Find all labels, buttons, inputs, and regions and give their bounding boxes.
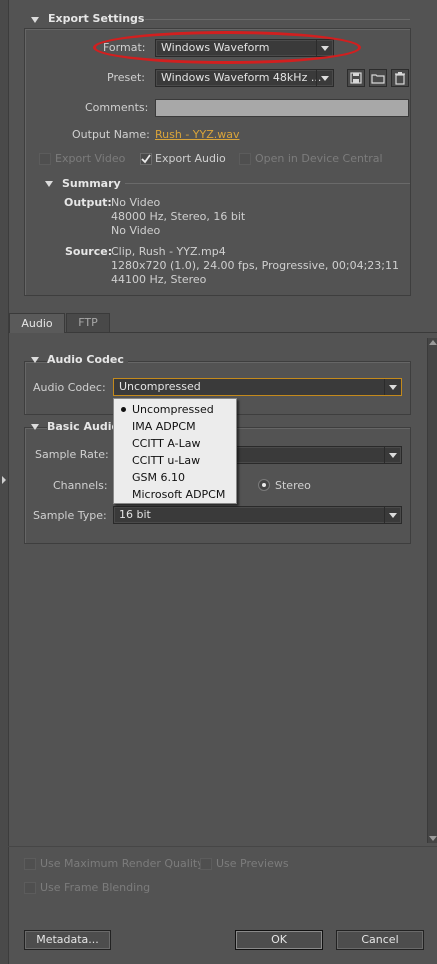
summary-output-line: No Video bbox=[111, 224, 161, 237]
menu-item-ccitt-a-law[interactable]: CCITT A-Law bbox=[114, 435, 236, 452]
audio-codec-dropdown[interactable]: Uncompressed bbox=[113, 378, 402, 396]
menu-item-microsoft-adpcm[interactable]: Microsoft ADPCM bbox=[114, 486, 236, 503]
max-render-quality-label: Use Maximum Render Quality bbox=[40, 857, 204, 870]
max-render-quality-checkbox[interactable] bbox=[24, 858, 36, 870]
output-name-link[interactable]: Rush - YYZ.wav bbox=[155, 128, 240, 141]
audio-codec-title: Audio Codec bbox=[47, 353, 128, 366]
basic-audio-collapse-icon[interactable] bbox=[31, 424, 39, 430]
preset-label: Preset: bbox=[107, 71, 146, 84]
scroll-up-arrow-icon[interactable] bbox=[429, 340, 437, 345]
sample-rate-dropdown-arrow bbox=[384, 447, 401, 463]
vertical-scrollbar[interactable] bbox=[427, 338, 437, 843]
comments-label: Comments: bbox=[85, 101, 149, 114]
export-settings-title: Export Settings bbox=[48, 12, 145, 25]
scroll-down-arrow-icon[interactable] bbox=[429, 836, 437, 841]
sample-type-dropdown-arrow bbox=[384, 507, 401, 523]
summary-source-line: 44100 Hz, Stereo bbox=[111, 273, 207, 286]
sample-type-value: 16 bit bbox=[119, 508, 151, 521]
export-settings-divider bbox=[145, 19, 410, 20]
save-icon bbox=[350, 72, 362, 84]
stereo-label: Stereo bbox=[275, 479, 311, 492]
audio-codec-collapse-icon[interactable] bbox=[31, 357, 39, 363]
basic-audio-title: Basic Audio bbox=[47, 420, 124, 433]
sample-type-dropdown[interactable]: 16 bit bbox=[113, 506, 402, 524]
menu-item-ima-adpcm[interactable]: IMA ADPCM bbox=[114, 418, 236, 435]
summary-source-label: Source: bbox=[65, 245, 113, 258]
bottom-separator bbox=[8, 846, 437, 847]
ok-button[interactable]: OK bbox=[235, 930, 323, 950]
summary-collapse-icon[interactable] bbox=[45, 181, 53, 187]
menu-item-ccitt-u-law[interactable]: CCITT u-Law bbox=[114, 452, 236, 469]
menu-item-gsm[interactable]: GSM 6.10 bbox=[114, 469, 236, 486]
preset-dropdown-arrow bbox=[316, 70, 333, 86]
audio-codec-value: Uncompressed bbox=[119, 380, 201, 393]
summary-source-line: Clip, Rush - YYZ.mp4 bbox=[111, 245, 226, 258]
export-settings-collapse-icon[interactable] bbox=[31, 17, 39, 23]
trash-icon bbox=[395, 72, 405, 85]
menu-item-label: CCITT A-Law bbox=[132, 437, 201, 450]
menu-item-label: CCITT u-Law bbox=[132, 454, 201, 467]
radio-dot-icon bbox=[262, 483, 266, 487]
preset-value: Windows Waveform 48kHz ... bbox=[161, 71, 322, 84]
checkmark-icon bbox=[141, 154, 151, 164]
summary-output-line: No Video bbox=[111, 196, 161, 209]
menu-item-uncompressed[interactable]: Uncompressed bbox=[114, 401, 236, 418]
save-preset-button[interactable] bbox=[347, 69, 365, 87]
sample-type-label: Sample Type: bbox=[33, 509, 107, 522]
frame-blending-label: Use Frame Blending bbox=[40, 881, 151, 894]
export-audio-label: Export Audio bbox=[155, 152, 226, 165]
export-audio-checkbox[interactable] bbox=[140, 153, 152, 165]
device-central-label: Open in Device Central bbox=[255, 152, 383, 165]
export-video-checkbox[interactable] bbox=[39, 153, 51, 165]
format-highlight-ellipse bbox=[93, 31, 361, 64]
audio-codec-dropdown-arrow bbox=[384, 379, 401, 395]
preset-dropdown[interactable]: Windows Waveform 48kHz ... bbox=[155, 69, 334, 87]
panel-collapse-arrow-icon[interactable] bbox=[2, 476, 6, 484]
chevron-down-icon bbox=[389, 513, 397, 518]
summary-output-line: 48000 Hz, Stereo, 16 bit bbox=[111, 210, 246, 223]
metadata-button[interactable]: Metadata... bbox=[24, 930, 111, 950]
import-preset-button[interactable] bbox=[369, 69, 387, 87]
summary-source-line: 1280x720 (1.0), 24.00 fps, Progressive, … bbox=[111, 259, 400, 272]
frame-blending-checkbox[interactable] bbox=[24, 882, 36, 894]
use-previews-checkbox[interactable] bbox=[200, 858, 212, 870]
tab-audio[interactable]: Audio bbox=[9, 313, 65, 333]
summary-divider bbox=[125, 183, 410, 184]
output-name-label: Output Name: bbox=[72, 128, 150, 141]
audio-codec-label: Audio Codec: bbox=[33, 381, 106, 394]
stereo-radio[interactable] bbox=[258, 479, 270, 491]
cancel-button[interactable]: Cancel bbox=[336, 930, 424, 950]
menu-item-label: Microsoft ADPCM bbox=[132, 488, 226, 501]
tab-audio-label: Audio bbox=[21, 317, 53, 330]
chevron-down-icon bbox=[389, 453, 397, 458]
menu-item-label: IMA ADPCM bbox=[132, 420, 196, 433]
device-central-checkbox[interactable] bbox=[239, 153, 251, 165]
summary-title: Summary bbox=[62, 177, 121, 190]
chevron-down-icon bbox=[321, 76, 329, 81]
chevron-down-icon bbox=[389, 385, 397, 390]
folder-icon bbox=[371, 74, 385, 84]
channels-label: Channels: bbox=[53, 479, 108, 492]
menu-item-label: Uncompressed bbox=[132, 403, 214, 416]
menu-item-label: GSM 6.10 bbox=[132, 471, 185, 484]
use-previews-label: Use Previews bbox=[216, 857, 289, 870]
tab-ftp-label: FTP bbox=[78, 316, 98, 329]
tabs-separator bbox=[8, 332, 437, 333]
audio-codec-menu: Uncompressed IMA ADPCM CCITT A-Law CCITT… bbox=[113, 398, 237, 504]
comments-input[interactable] bbox=[155, 99, 409, 117]
tab-ftp[interactable]: FTP bbox=[66, 313, 110, 332]
delete-preset-button[interactable] bbox=[391, 69, 409, 87]
summary-output-label: Output: bbox=[64, 196, 112, 209]
selected-bullet-icon bbox=[121, 407, 126, 412]
export-video-label: Export Video bbox=[55, 152, 126, 165]
sample-rate-label: Sample Rate: bbox=[35, 448, 109, 461]
